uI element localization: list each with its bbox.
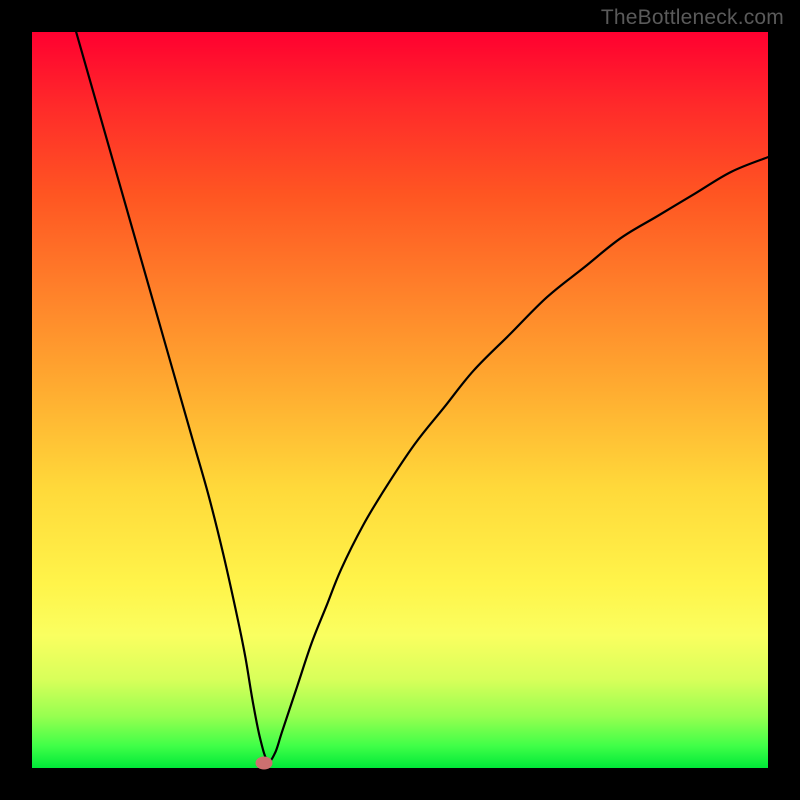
chart-frame: TheBottleneck.com — [0, 0, 800, 800]
bottleneck-curve — [32, 32, 768, 768]
watermark-text: TheBottleneck.com — [601, 6, 784, 30]
plot-area — [32, 32, 768, 768]
minimum-marker — [255, 756, 272, 769]
